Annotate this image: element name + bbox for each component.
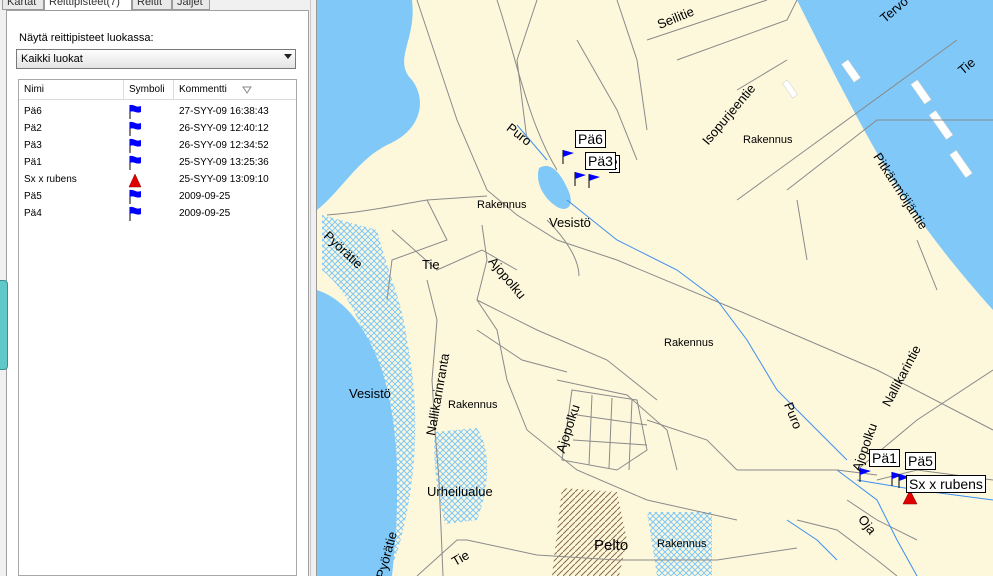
waypoint-comment: 26-SYY-09 12:40:12 [179,123,269,134]
tab-maps[interactable]: Kartat [2,0,44,10]
map-waypoint-label-sx[interactable]: Sx x rubens [906,475,986,493]
waypoint-comment: 26-SYY-09 12:34:52 [179,140,269,151]
column-header-symbol[interactable]: Symboli [124,80,174,100]
map-view[interactable]: Seilitie Tervo Tie Isopurjeentie Rakennu… [317,0,993,576]
map-waypoint-label-pa6[interactable]: Pä6 [575,130,606,148]
map-label-vesisto-2: Vesistö [349,386,391,401]
map-label-rakennus-2: Rakennus [477,199,527,211]
blue-flag-icon [129,155,141,170]
waypoint-row[interactable]: Pä2 26-SYY-09 12:40:12 [19,121,296,138]
waypoint-row[interactable]: Pä5 2009-09-25 [19,189,296,206]
waypoint-comment: 2009-09-25 [179,191,231,202]
waypoint-row[interactable]: Pä6 27-SYY-09 16:38:43 [19,104,296,121]
side-handle[interactable] [0,280,8,370]
class-dropdown-value: Kaikki luokat [21,53,83,65]
blue-flag-icon [129,189,141,204]
waypoints-panel: Kartat Reittipisteet(7) Reitit Jäljet Nä… [0,0,316,576]
waypoint-list[interactable]: Nimi Symboli Kommentti Pä6 27-SYY-09 16:3… [18,79,297,576]
tab-routes[interactable]: Reitit [132,0,172,10]
waypoint-name: Pä6 [24,106,42,117]
map-label-urheilualue: Urheilualue [427,484,493,499]
blue-flag-icon [129,104,141,119]
waypoint-row[interactable]: Pä1 25-SYY-09 13:25:36 [19,155,296,172]
map-label-rakennus-5: Rakennus [657,538,707,550]
class-dropdown[interactable]: Kaikki luokat [16,49,296,69]
map-waypoint-label-pa5[interactable]: Pä5 [905,452,936,470]
waypoint-comment: 27-SYY-09 16:38:43 [179,106,269,117]
field-hatched [552,488,627,576]
column-header-name[interactable]: Nimi [19,80,124,100]
blue-flag-icon [129,206,141,221]
map-canvas [317,0,993,576]
waypoint-name: Pä1 [24,157,42,168]
chevron-down-icon[interactable] [284,54,292,59]
map-label-tie-1: Tie [422,257,440,272]
map-waypoint-label-pa1[interactable]: Pä1 [869,449,900,467]
waypoint-comment: 2009-09-25 [179,208,231,219]
wetland-center [434,428,488,524]
waypoint-name: Pä3 [24,140,42,151]
panel-splitter[interactable] [310,0,317,576]
waypoint-name: Pä2 [24,123,42,134]
waypoint-row[interactable]: Pä3 26-SYY-09 12:34:52 [19,138,296,155]
tab-waypoints[interactable]: Reittipisteet(7) [44,0,132,11]
red-triangle-icon [128,173,142,188]
panel-tabs: Kartat Reittipisteet(7) Reitit Jäljet [0,0,316,12]
waypoint-name: Pä5 [24,191,42,202]
waypoint-comment: 25-SYY-09 13:09:10 [179,174,269,185]
waypoint-name: Pä4 [24,208,42,219]
map-label-rakennus-3: Rakennus [664,337,714,349]
map-label-rakennus-1: Rakennus [743,134,793,146]
map-label-pelto: Pelto [594,537,629,554]
waypoint-comment: 25-SYY-09 13:25:36 [179,157,269,168]
blue-flag-icon [129,138,141,153]
waypoint-row[interactable]: Pä4 2009-09-25 [19,206,296,223]
column-header-comment-label: Kommentti [179,84,227,95]
filter-label: Näytä reittipisteet luokassa: [19,32,154,44]
map-label-rakennus-4: Rakennus [448,399,498,411]
sort-arrow-icon [242,86,252,94]
map-label-vesisto-1: Vesistö [549,215,591,230]
waypoint-row[interactable]: Sx x rubens 25-SYY-09 13:09:10 [19,172,296,189]
tab-tracks[interactable]: Jäljet [172,0,210,10]
blue-flag-icon [129,121,141,136]
map-waypoint-label-pa3[interactable]: Pä3 [585,152,616,170]
waypoint-name: Sx x rubens [24,174,77,185]
column-header-comment[interactable]: Kommentti [174,80,296,100]
